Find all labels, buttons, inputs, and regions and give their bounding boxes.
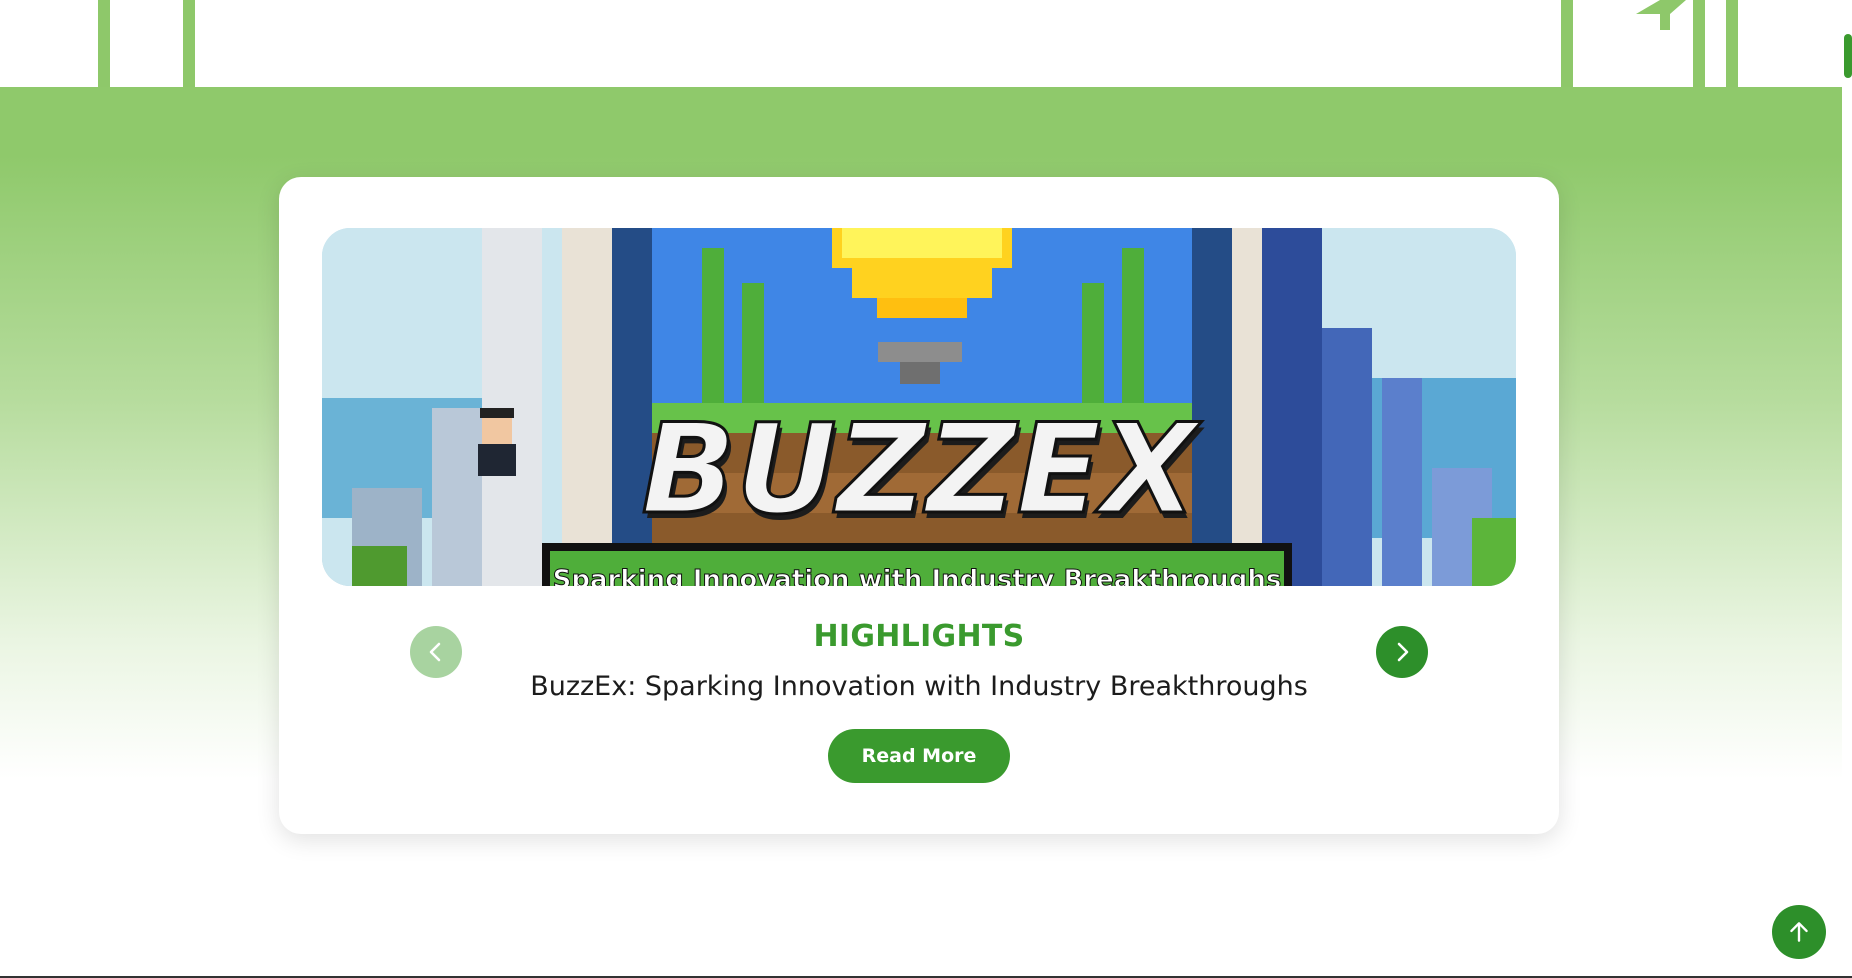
decorative-bar	[1561, 0, 1573, 87]
read-more-button[interactable]: Read More	[828, 729, 1010, 783]
decorative-bar	[98, 0, 110, 87]
section-label: HIGHLIGHTS	[813, 619, 1025, 654]
back-to-top-button[interactable]	[1772, 905, 1826, 959]
highlight-banner-image[interactable]: BUZZEX BUZZEX Sparking Innovation with I…	[322, 228, 1516, 586]
svg-text:Sparking Innovation with Indus: Sparking Innovation with Industry Breakt…	[553, 565, 1282, 586]
arrow-decoration-icon	[1636, 0, 1686, 30]
page-scrollbar[interactable]	[1842, 0, 1852, 978]
article-title: BuzzEx: Sparking Innovation with Industr…	[530, 671, 1308, 702]
arrow-up-icon	[1790, 922, 1808, 942]
highlights-card: BUZZEX BUZZEX Sparking Innovation with I…	[279, 177, 1559, 834]
scrollbar-thumb[interactable]	[1844, 34, 1852, 78]
svg-text:BUZZEX: BUZZEX	[641, 398, 1202, 542]
top-decoration	[0, 0, 1842, 87]
decorative-bar	[1726, 0, 1738, 87]
decorative-bar	[183, 0, 195, 87]
